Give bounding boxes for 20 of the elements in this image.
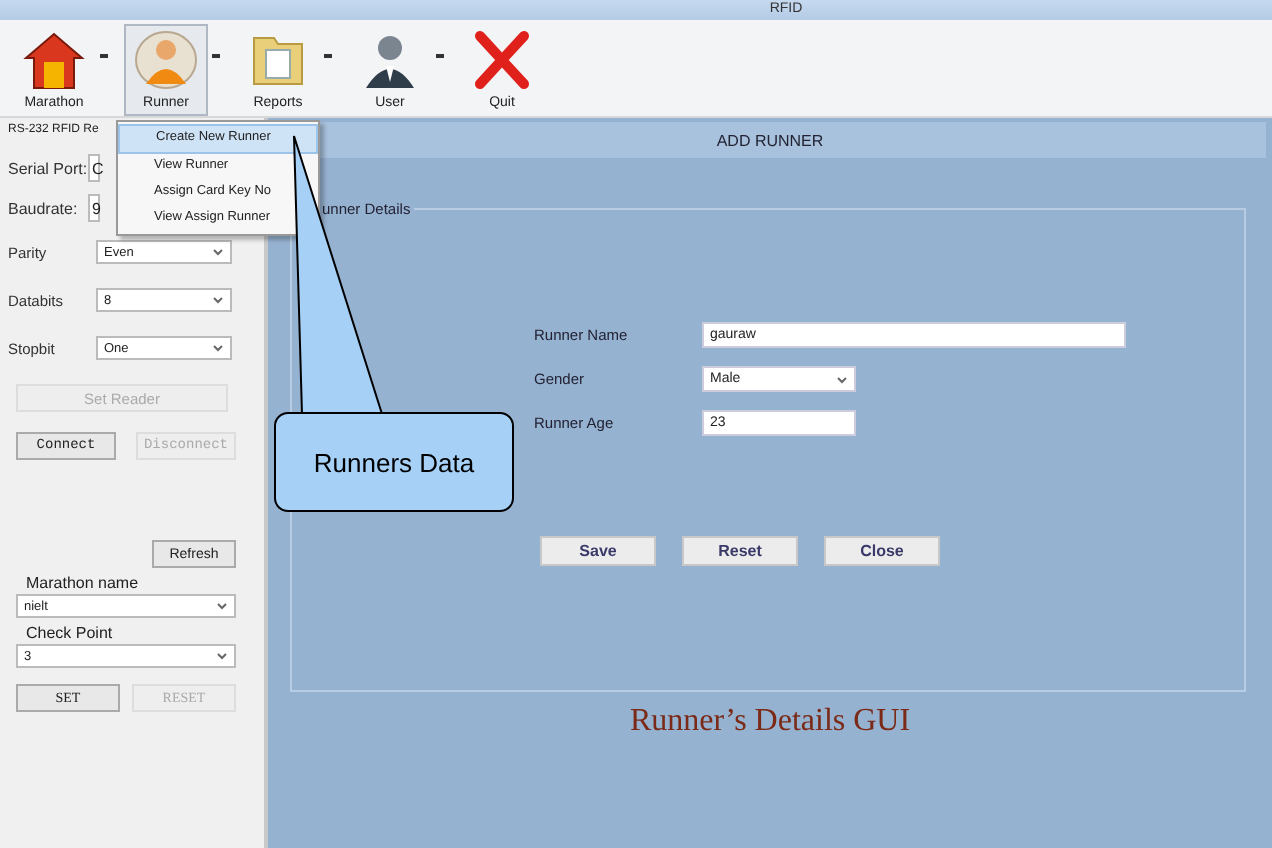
form-button[interactable]: Save <box>540 536 656 566</box>
chevron-icon <box>212 296 224 304</box>
setting-label: Serial Port: <box>8 159 88 177</box>
check-point-label: Check Point <box>26 624 113 642</box>
close-icon <box>470 30 534 90</box>
figure-caption: Runner’s Details GUI <box>627 704 913 740</box>
setting-label: Baudrate: <box>8 199 80 217</box>
form-button[interactable]: Close <box>824 536 940 566</box>
house-icon <box>22 30 86 90</box>
setting-dropdown[interactable]: 9 <box>88 194 100 222</box>
callout-label: Runners Data <box>274 412 514 512</box>
chevron-icon <box>836 375 848 383</box>
chevron-icon <box>216 602 228 610</box>
form-button[interactable]: Reset <box>682 536 798 566</box>
chevron-icon <box>212 248 224 256</box>
setting-dropdown[interactable]: C <box>88 154 100 182</box>
chevron-icon <box>216 652 228 660</box>
marathon-name-label: Marathon name <box>26 574 139 592</box>
person-icon <box>134 30 198 90</box>
chevron-icon <box>212 344 224 352</box>
